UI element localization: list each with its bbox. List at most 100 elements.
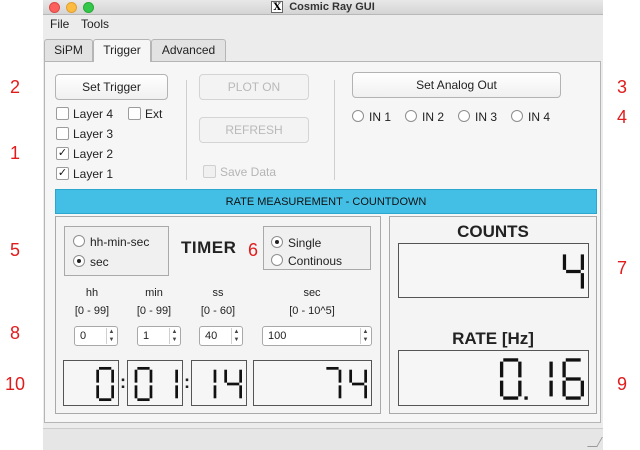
annotation-7: 7 <box>617 258 628 278</box>
lcd-segment <box>239 385 242 399</box>
title-bar: X Cosmic Ray GUI <box>43 0 603 15</box>
annotation-1: 1 <box>10 143 21 163</box>
layer-3-checkbox[interactable]: Layer 3 <box>56 127 113 141</box>
lcd-segment <box>111 369 114 383</box>
lcd-segment <box>562 361 566 378</box>
menu-tools[interactable]: Tools <box>81 16 109 32</box>
x11-icon: X <box>271 1 284 14</box>
lcd-segment <box>96 385 100 399</box>
plot-on-button[interactable]: PLOT ON <box>199 74 309 100</box>
refresh-button[interactable]: REFRESH <box>199 117 309 143</box>
radio-icon <box>511 110 523 122</box>
lcd-segment <box>499 380 504 397</box>
sec-spinbox[interactable]: 100 ▲ ▼ <box>262 326 372 346</box>
in-3-radio[interactable]: IN 3 <box>458 110 497 124</box>
lcd-min-display <box>127 360 183 406</box>
lcd-segment <box>134 369 138 383</box>
lcd-segment <box>149 385 153 399</box>
lcd-segment <box>549 380 553 397</box>
counts-label: COUNTS <box>457 222 529 241</box>
lcd-segment <box>549 361 553 378</box>
set-analog-out-button[interactable]: Set Analog Out <box>352 72 561 98</box>
lcd-segment <box>565 377 581 381</box>
radio-selected-icon <box>271 236 283 248</box>
checkbox-box <box>56 127 69 140</box>
sec-label: sec <box>303 287 321 299</box>
minimize-window-button[interactable] <box>66 2 77 13</box>
checkmark-icon: ✓ <box>56 147 69 160</box>
in-2-radio[interactable]: IN 2 <box>405 110 444 124</box>
annotation-8: 8 <box>10 323 21 343</box>
spin-arrows-icon[interactable]: ▲ ▼ <box>231 328 241 344</box>
lcd-segment <box>565 396 581 400</box>
lcd-segment <box>239 369 242 383</box>
tab-trigger[interactable]: Trigger <box>93 39 151 62</box>
single-radio[interactable]: Single <box>271 236 321 250</box>
lcd-segment <box>99 398 112 402</box>
ss-spinbox[interactable]: 40 ▲ ▼ <box>199 326 243 346</box>
hh-range: [0 - 99] <box>74 305 110 317</box>
lcd-segment <box>227 382 240 386</box>
min-spinbox[interactable]: 1 ▲ ▼ <box>137 326 181 346</box>
layer-2-checkbox[interactable]: ✓ Layer 2 <box>56 147 113 161</box>
tab-advanced[interactable]: Advanced <box>151 39 226 61</box>
radio-icon <box>405 110 417 122</box>
menu-file[interactable]: File <box>50 16 69 32</box>
close-window-button[interactable] <box>49 2 60 13</box>
hh-min-sec-radio[interactable]: hh-min-sec <box>73 235 149 249</box>
min-range: [0 - 99] <box>136 305 172 317</box>
lcd-segment <box>99 366 112 370</box>
in-4-radio[interactable]: IN 4 <box>511 110 550 124</box>
lcd-segment <box>518 380 522 397</box>
radio-icon <box>352 110 364 122</box>
save-data-checkbox[interactable]: Save Data <box>203 165 276 179</box>
lcd-segment <box>137 366 150 370</box>
separator <box>334 80 335 180</box>
lcd-ss-display <box>191 360 247 406</box>
lcd-segment <box>565 358 581 362</box>
hh-label: hh <box>85 287 99 299</box>
lcd-segment <box>349 369 353 383</box>
lcd-segment <box>175 369 178 383</box>
menu-bar <box>43 15 603 33</box>
layer-1-checkbox[interactable]: ✓ Layer 1 <box>56 167 113 181</box>
sec-radio[interactable]: sec <box>73 255 109 269</box>
rate-measurement-banner: RATE MEASUREMENT - COUNTDOWN <box>55 189 597 214</box>
time-colon: : <box>120 372 126 392</box>
lcd-segment <box>175 385 178 399</box>
lcd-segment <box>562 254 567 270</box>
lcd-sec-display <box>253 360 372 406</box>
lcd-segment <box>364 369 367 383</box>
radio-icon <box>271 254 283 266</box>
status-bar <box>43 428 603 450</box>
checkbox-box <box>203 165 216 178</box>
annotation-4: 4 <box>617 107 628 127</box>
checkbox-box <box>56 107 69 120</box>
annotation-9: 9 <box>617 374 628 394</box>
lcd-segment <box>213 385 217 399</box>
maximize-window-button[interactable] <box>83 2 94 13</box>
rate-label: RATE [Hz] <box>452 329 534 348</box>
lcd-segment <box>111 385 114 399</box>
ss-range: [0 - 60] <box>200 305 236 317</box>
rate-display <box>398 350 589 406</box>
continous-radio[interactable]: Continous <box>271 254 342 268</box>
spin-arrows-icon[interactable]: ▲ ▼ <box>106 328 116 344</box>
sec-range: [0 - 10^5] <box>289 305 335 317</box>
lcd-segment <box>580 273 584 289</box>
radio-icon <box>458 110 470 122</box>
lcd-segment <box>149 369 153 383</box>
tab-sipm[interactable]: SiPM <box>44 39 93 61</box>
lcd-segment <box>224 369 228 383</box>
ext-checkbox[interactable]: Ext <box>128 107 162 121</box>
set-trigger-button[interactable]: Set Trigger <box>55 74 168 100</box>
lcd-segment <box>137 398 150 402</box>
spin-arrows-icon[interactable]: ▲ ▼ <box>360 328 370 344</box>
lcd-hh-display <box>63 360 119 406</box>
lcd-segment <box>213 369 217 383</box>
layer-4-checkbox[interactable]: Layer 4 <box>56 107 113 121</box>
lcd-decimal-point <box>524 396 528 400</box>
hh-spinbox[interactable]: 0 ▲ ▼ <box>74 326 118 346</box>
spin-arrows-icon[interactable]: ▲ ▼ <box>169 328 179 344</box>
in-1-radio[interactable]: IN 1 <box>352 110 391 124</box>
